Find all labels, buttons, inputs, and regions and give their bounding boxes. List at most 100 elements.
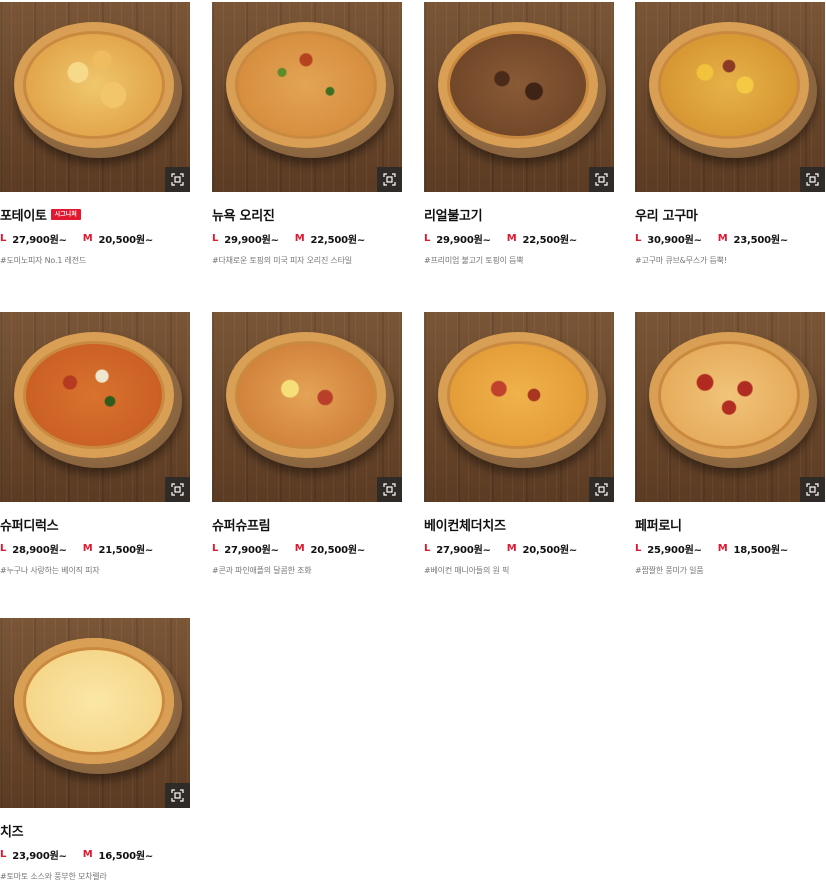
price-large: L 30,900원~ [635, 231, 702, 246]
pizza-visual [14, 332, 174, 458]
price-m-value: 20,500원~ [98, 234, 154, 246]
product-image[interactable] [0, 312, 190, 502]
price-row: L 29,900원~ M 22,500원~ [212, 230, 402, 246]
product-tagline: #다채로운 토핑의 미국 피자 오리진 스타일 [212, 256, 352, 265]
price-large: L 27,900원~ [212, 541, 279, 556]
zoom-expand-icon[interactable] [165, 477, 190, 502]
product-tagline: #토마토 소스와 풍부한 모차렐라 [0, 872, 107, 881]
size-l-label: L [424, 542, 431, 554]
product-name[interactable]: 뉴욕 오리진 [212, 205, 275, 224]
product-card[interactable]: 포테이토 시그니처 L 27,900원~ M 20,500원~ #도미노피자 No.… [0, 2, 190, 266]
title-row: 우리 고구마 [635, 204, 825, 224]
price-medium: M 23,500원~ [718, 231, 789, 246]
title-row: 포테이토 시그니처 [0, 204, 190, 224]
price-l-value: 28,900원~ [12, 544, 67, 556]
title-row: 뉴욕 오리진 [212, 204, 402, 224]
price-l-value: 29,900원~ [224, 234, 279, 246]
product-image[interactable] [0, 2, 190, 192]
product-card[interactable]: 우리 고구마 L 30,900원~ M 23,500원~ #고구마 큐브&무스가 듬… [635, 2, 825, 266]
price-l-value: 27,900원~ [224, 544, 279, 556]
price-l-value: 25,900원~ [647, 544, 702, 556]
product-tagline: #베이컨 매니아들의 원 픽 [424, 566, 510, 575]
price-medium: M 22,500원~ [506, 231, 578, 246]
zoom-expand-icon[interactable] [377, 477, 402, 502]
price-row: L 27,900원~ M 20,500원~ [0, 230, 190, 246]
product-image[interactable] [212, 2, 402, 192]
zoom-expand-icon[interactable] [800, 167, 825, 192]
zoom-expand-icon[interactable] [165, 167, 190, 192]
title-row: 리얼불고기 [424, 204, 614, 224]
pizza-visual [226, 22, 386, 148]
price-medium: M 16,500원~ [82, 847, 154, 862]
price-large: L 29,900원~ [212, 231, 279, 246]
product-grid: 포테이토 시그니처 L 27,900원~ M 20,500원~ #도미노피자 No.… [0, 0, 826, 896]
product-name[interactable]: 페퍼로니 [635, 515, 682, 534]
price-large: L 23,900원~ [0, 847, 67, 862]
product-name[interactable]: 리얼불고기 [424, 205, 483, 224]
zoom-expand-icon[interactable] [589, 477, 614, 502]
product-name[interactable]: 베이컨체더치즈 [424, 515, 506, 534]
zoom-expand-icon[interactable] [800, 477, 825, 502]
size-m-label: M [82, 848, 93, 860]
product-image[interactable] [0, 618, 190, 808]
product-tagline: #고구마 큐브&무스가 듬뿍! [635, 256, 727, 265]
product-name[interactable]: 우리 고구마 [635, 205, 698, 224]
product-tagline: #도미노피자 No.1 레전드 [0, 256, 87, 265]
price-row: L 27,900원~ M 20,500원~ [424, 540, 614, 556]
pizza-visual [649, 22, 809, 148]
product-tagline: #프리미엄 불고기 토핑이 듬뿍 [424, 256, 524, 265]
title-row: 슈퍼디럭스 [0, 514, 190, 534]
price-row: L 29,900원~ M 22,500원~ [424, 230, 614, 246]
pizza-visual [226, 332, 386, 458]
price-m-value: 22,500원~ [310, 234, 366, 246]
price-l-value: 30,900원~ [647, 234, 702, 246]
product-card[interactable]: 페퍼로니 L 25,900원~ M 18,500원~ #짭짤한 풍미가 일품 [635, 312, 825, 576]
product-tagline: #짭짤한 풍미가 일품 [635, 566, 704, 575]
size-l-label: L [212, 542, 219, 554]
zoom-expand-icon[interactable] [165, 783, 190, 808]
size-l-label: L [0, 232, 7, 244]
price-m-value: 22,500원~ [522, 234, 578, 246]
pizza-visual [438, 332, 598, 458]
size-m-label: M [506, 232, 517, 244]
title-row: 슈퍼슈프림 [212, 514, 402, 534]
price-row: L 30,900원~ M 23,500원~ [635, 230, 825, 246]
price-m-value: 20,500원~ [522, 544, 578, 556]
size-l-label: L [424, 232, 431, 244]
size-m-label: M [294, 232, 305, 244]
price-medium: M 22,500원~ [294, 231, 366, 246]
product-card[interactable]: 베이컨체더치즈 L 27,900원~ M 20,500원~ #베이컨 매니아들의 원… [424, 312, 614, 576]
product-card[interactable]: 치즈 L 23,900원~ M 16,500원~ #토마토 소스와 풍부한 모차렐라 [0, 618, 190, 882]
size-l-label: L [0, 848, 7, 860]
pizza-visual [649, 332, 809, 458]
product-image[interactable] [212, 312, 402, 502]
product-image[interactable] [424, 312, 614, 502]
product-card[interactable]: 리얼불고기 L 29,900원~ M 22,500원~ #프리미엄 불고기 토핑이 … [424, 2, 614, 266]
zoom-expand-icon[interactable] [377, 167, 402, 192]
size-l-label: L [212, 232, 219, 244]
price-m-value: 18,500원~ [733, 544, 789, 556]
product-image[interactable] [635, 312, 825, 502]
product-name[interactable]: 치즈 [0, 821, 24, 840]
product-name[interactable]: 포테이토 [0, 205, 47, 224]
price-m-value: 23,500원~ [733, 234, 789, 246]
price-medium: M 20,500원~ [83, 231, 154, 246]
price-m-value: 20,500원~ [310, 544, 366, 556]
title-row: 치즈 [0, 820, 190, 840]
price-medium: M 21,500원~ [82, 541, 154, 556]
zoom-expand-icon[interactable] [589, 167, 614, 192]
price-large: L 29,900원~ [424, 231, 491, 246]
product-card[interactable]: 슈퍼슈프림 L 27,900원~ M 20,500원~ #콘과 파인애플의 달콤한 … [212, 312, 402, 576]
price-l-value: 27,900원~ [436, 544, 491, 556]
size-l-label: L [0, 542, 7, 554]
product-name[interactable]: 슈퍼디럭스 [0, 515, 59, 534]
product-name[interactable]: 슈퍼슈프림 [212, 515, 271, 534]
product-image[interactable] [424, 2, 614, 192]
product-tagline: #콘과 파인애플의 달콤한 조화 [212, 566, 312, 575]
product-card[interactable]: 뉴욕 오리진 L 29,900원~ M 22,500원~ #다채로운 토핑의 미국 … [212, 2, 402, 266]
size-m-label: M [82, 542, 93, 554]
price-m-value: 21,500원~ [98, 544, 154, 556]
product-image[interactable] [635, 2, 825, 192]
product-card[interactable]: 슈퍼디럭스 L 28,900원~ M 21,500원~ #누구나 사랑하는 베이직 … [0, 312, 190, 576]
size-l-label: L [635, 542, 642, 554]
